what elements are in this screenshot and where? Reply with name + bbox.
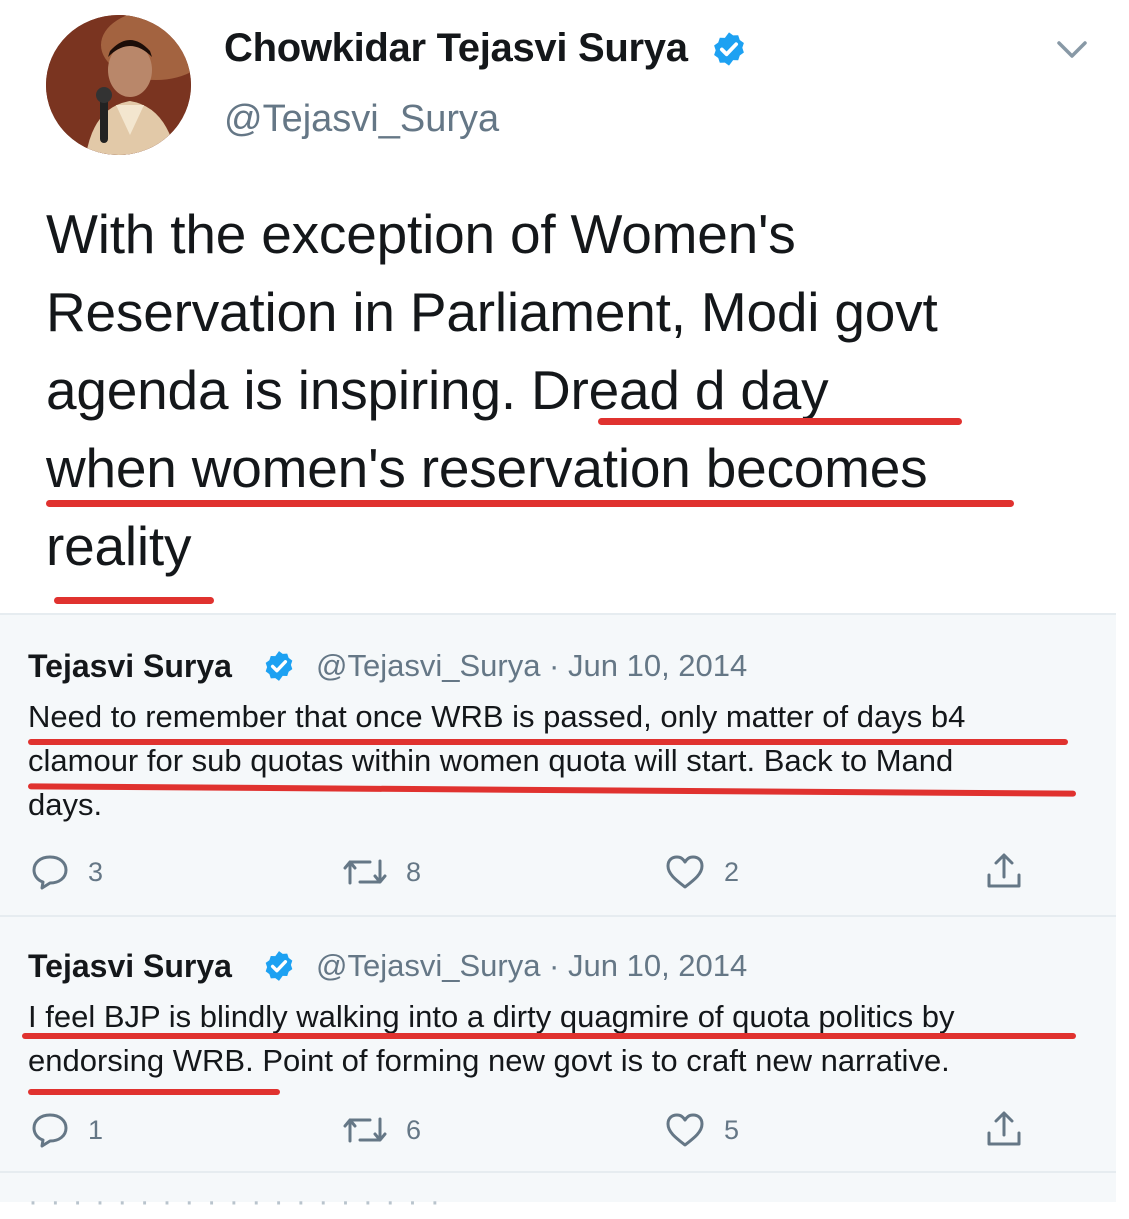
annotation-underline xyxy=(22,1033,1076,1039)
retweet-icon xyxy=(343,859,387,885)
verified-badge-icon xyxy=(714,32,744,66)
partial-text: · · · · · · · · · · · · · · · · · · · xyxy=(28,1185,442,1218)
tweet-text: With the exception of Women's Reservatio… xyxy=(46,195,1106,585)
reply-count: 3 xyxy=(88,856,104,887)
quoted-meta[interactable]: @Tejasvi_Surya · Jun 10, 2014 xyxy=(316,648,747,684)
tweet-text-line: when women's reservation becomes xyxy=(46,437,928,499)
verified-badge-icon xyxy=(265,951,293,981)
retweet-count: 6 xyxy=(406,1114,422,1145)
retweet-button[interactable]: 6 xyxy=(342,1111,421,1149)
annotation-underline xyxy=(28,739,1068,745)
tweet-screenshot: Chowkidar Tejasvi Surya @Tejasvi_Surya W… xyxy=(0,0,1129,1218)
quoted-tweet[interactable]: Tejasvi Surya @Tejasvi_Surya · Jun 10, 2… xyxy=(0,915,1116,1173)
retweet-count: 8 xyxy=(406,856,422,887)
tweet-text-line: With the exception of Women's xyxy=(46,203,796,265)
retweet-icon xyxy=(343,1117,387,1143)
next-quoted-tweet-partial: · · · · · · · · · · · · · · · · · · · xyxy=(0,1171,1116,1218)
quoted-display-name[interactable]: Tejasvi Surya xyxy=(28,648,232,685)
verified-badge-icon xyxy=(265,651,293,681)
share-icon xyxy=(987,1111,1021,1146)
like-button[interactable]: 2 xyxy=(664,853,739,891)
share-button[interactable] xyxy=(984,1109,1024,1149)
quoted-text-line: endorsing WRB. Point of forming new govt… xyxy=(28,1043,950,1078)
share-button[interactable] xyxy=(984,851,1024,891)
like-count: 5 xyxy=(724,1114,740,1145)
reply-icon xyxy=(32,1113,68,1148)
quoted-text-line: clamour for sub quotas within women quot… xyxy=(28,743,954,778)
reply-button[interactable]: 1 xyxy=(30,1111,103,1149)
reply-icon xyxy=(32,855,68,890)
like-icon xyxy=(666,1113,704,1147)
tweet-text-line: Reservation in Parliament, Modi govt xyxy=(46,281,938,343)
quoted-display-name[interactable]: Tejasvi Surya xyxy=(28,948,232,985)
annotation-underline xyxy=(46,500,1014,507)
reply-button[interactable]: 3 xyxy=(30,853,103,891)
chevron-down-icon[interactable] xyxy=(1055,38,1089,62)
annotation-underline xyxy=(54,597,214,604)
reply-count: 1 xyxy=(88,1114,104,1145)
like-count: 2 xyxy=(724,856,740,887)
display-name[interactable]: Chowkidar Tejasvi Surya xyxy=(224,26,688,71)
quoted-tweet[interactable]: Tejasvi Surya @Tejasvi_Surya · Jun 10, 2… xyxy=(0,613,1116,915)
share-icon xyxy=(987,853,1021,888)
annotation-underline xyxy=(598,418,962,425)
avatar-photo xyxy=(46,15,191,155)
handle[interactable]: @Tejasvi_Surya xyxy=(224,98,499,141)
retweet-button[interactable]: 8 xyxy=(342,853,421,891)
tweet-text-line: reality xyxy=(46,515,192,577)
quoted-text-line: Need to remember that once WRB is passed… xyxy=(28,699,966,734)
like-icon xyxy=(666,855,704,889)
quoted-meta[interactable]: @Tejasvi_Surya · Jun 10, 2014 xyxy=(316,948,747,984)
annotation-underline xyxy=(28,1089,280,1095)
avatar[interactable] xyxy=(46,15,191,155)
like-button[interactable]: 5 xyxy=(664,1111,739,1149)
